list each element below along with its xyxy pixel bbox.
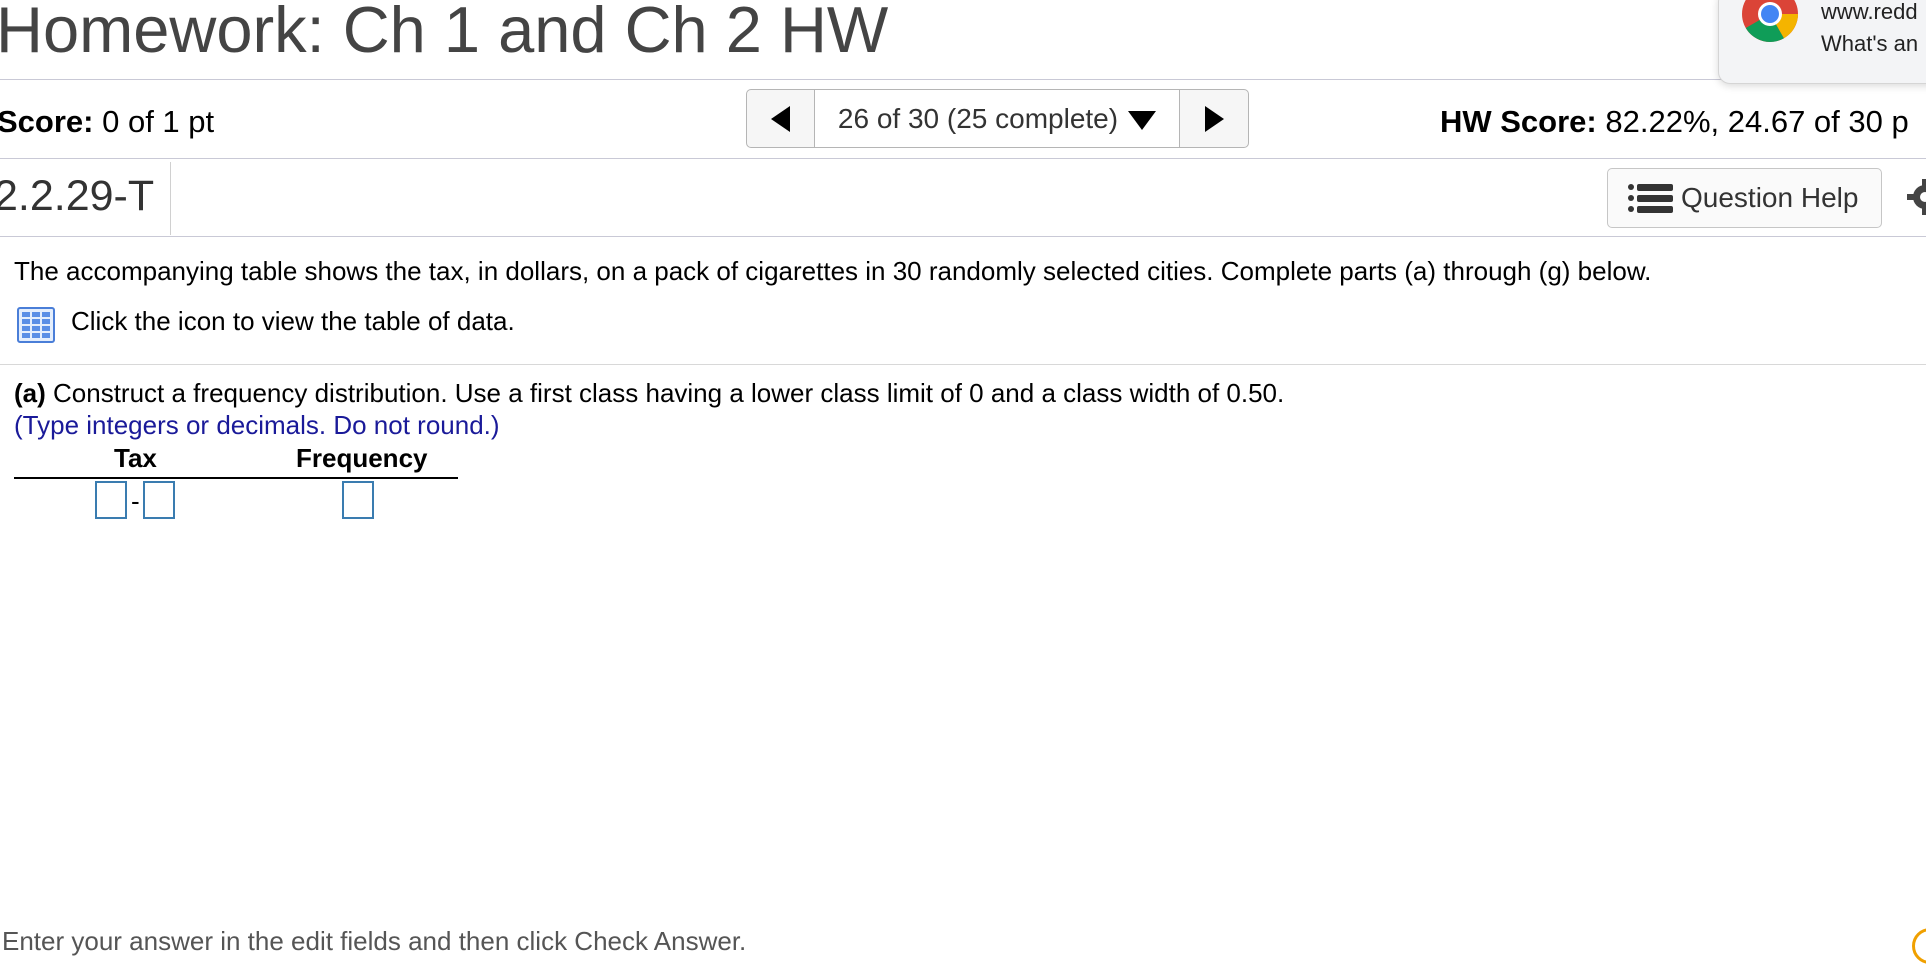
hw-score: HW Score: 82.22%, 24.67 of 30 p <box>1440 104 1909 140</box>
question-selector[interactable]: 26 of 30 (25 complete) <box>815 90 1179 147</box>
dropdown-arrow-icon <box>1128 110 1157 130</box>
score: Score: 0 of 1 pt <box>0 104 214 140</box>
header-divider <box>0 79 1926 80</box>
next-question-button[interactable] <box>1179 90 1248 147</box>
hw-score-value: 82.22%, 24.67 of 30 p <box>1605 104 1909 139</box>
column-header-frequency: Frequency <box>296 443 428 473</box>
chrome-notification[interactable]: www.redd What's an <box>1718 0 1926 84</box>
notification-url: www.redd <box>1821 0 1918 24</box>
question-help-label: Question Help <box>1681 182 1859 213</box>
part-a-prompt: (a) Construct a frequency distribution. … <box>14 378 1284 409</box>
tax-upper-limit-input[interactable] <box>143 481 175 519</box>
score-value: 0 of 1 pt <box>102 104 215 139</box>
data-link-text: Click the icon to view the table of data… <box>71 306 515 336</box>
arrow-left-icon <box>771 105 790 132</box>
arrow-right-icon <box>1204 105 1224 132</box>
part-a-label: (a) <box>14 378 46 408</box>
table-header-rule <box>14 477 458 479</box>
notification-subtitle: What's an <box>1821 31 1919 56</box>
question-id: 2.2.29-T <box>0 172 155 220</box>
chrome-logo-icon <box>1742 0 1798 42</box>
column-header-tax: Tax <box>114 443 157 473</box>
question-navigator: 26 of 30 (25 complete) <box>746 89 1249 148</box>
hw-score-label: HW Score: <box>1440 104 1597 139</box>
question-divider <box>0 364 1926 365</box>
question-id-divider <box>170 162 171 235</box>
previous-question-button[interactable] <box>747 90 815 147</box>
footer-instruction: Enter your answer in the edit fields and… <box>2 926 747 956</box>
score-label: Score: <box>0 104 94 139</box>
tax-lower-limit-input[interactable] <box>95 481 127 519</box>
gear-icon[interactable] <box>1905 177 1926 217</box>
data-table-icon[interactable] <box>17 307 55 343</box>
part-a-instruction: (Type integers or decimals. Do not round… <box>14 410 500 440</box>
question-progress: 26 of 30 (25 complete) <box>837 102 1119 134</box>
list-icon <box>1628 183 1673 213</box>
part-a-text: Construct a frequency distribution. Use … <box>53 378 1285 408</box>
question-header-divider <box>0 236 1926 237</box>
question-help-button[interactable]: Question Help <box>1607 168 1882 228</box>
class-range-separator: - <box>131 486 140 516</box>
help-badge-icon[interactable] <box>1912 928 1926 964</box>
page-title: Homework: Ch 1 and Ch 2 HW <box>0 0 889 66</box>
score-divider <box>0 158 1926 159</box>
question-text: The accompanying table shows the tax, in… <box>14 256 1652 286</box>
frequency-input[interactable] <box>342 481 374 519</box>
